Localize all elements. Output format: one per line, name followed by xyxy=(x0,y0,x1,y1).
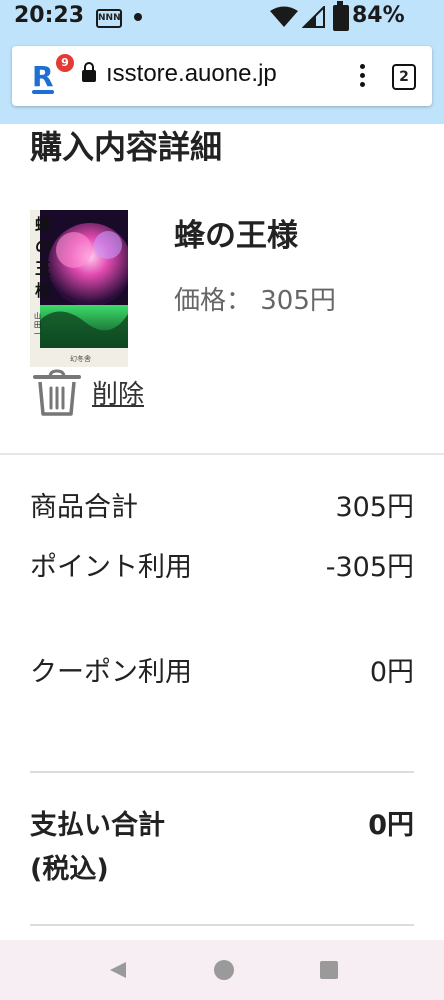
total-value: 0円 xyxy=(368,810,414,841)
summary-divider xyxy=(30,771,414,773)
svg-text:王: 王 xyxy=(35,259,51,278)
section-divider xyxy=(0,453,444,455)
nfc-icon: NNN xyxy=(96,9,122,28)
browser-toolbar: R 9 ısstore.auone.jp 2 xyxy=(0,34,444,124)
points-used-label: ポイント利用 xyxy=(30,552,192,583)
points-used-value: -305円 xyxy=(325,552,414,583)
total-label: 支払い合計(税込) xyxy=(30,810,165,885)
trash-icon[interactable] xyxy=(32,368,82,418)
wifi-icon xyxy=(270,6,298,27)
status-time: 20:23 xyxy=(14,3,85,28)
notification-dot-icon xyxy=(134,13,142,21)
svg-text:田: 田 xyxy=(34,321,41,329)
total-divider xyxy=(30,924,414,926)
home-icon[interactable] xyxy=(214,960,234,980)
svg-text:山: 山 xyxy=(34,311,41,320)
battery-percent: 84% xyxy=(352,3,405,28)
address-bar[interactable]: R 9 ısstore.auone.jp 2 xyxy=(12,46,432,106)
item-title[interactable]: 蜂の王様 xyxy=(174,210,298,255)
subtotal-value: 305円 xyxy=(335,492,414,523)
url-text[interactable]: ısstore.auone.jp xyxy=(106,60,277,88)
page-title: 購入内容詳細 xyxy=(30,128,223,166)
svg-text:幻冬舎: 幻冬舎 xyxy=(70,354,91,363)
lock-icon[interactable] xyxy=(82,62,96,82)
system-nav-bar xyxy=(0,940,444,1000)
delete-link[interactable]: 削除 xyxy=(92,374,144,411)
back-icon[interactable] xyxy=(108,960,128,980)
recent-apps-icon[interactable] xyxy=(320,961,338,979)
tab-switcher-button[interactable]: 2 xyxy=(392,64,416,90)
status-bar: 20:23 NNN 84% xyxy=(0,0,444,34)
svg-text:様: 様 xyxy=(35,281,52,300)
notification-badge: 9 xyxy=(56,54,74,72)
book-cover-image[interactable]: 蜂 の 王 様 山 田 一 幻冬舎 xyxy=(30,210,128,367)
svg-text:一: 一 xyxy=(34,330,41,338)
item-price: 価格： 305円 xyxy=(174,286,336,316)
svg-text:蜂: 蜂 xyxy=(35,215,52,234)
more-menu-icon[interactable] xyxy=(360,64,366,91)
coupon-used-value: 0円 xyxy=(369,657,414,688)
battery-icon xyxy=(333,1,349,31)
signal-icon xyxy=(302,6,325,28)
coupon-used-label: クーポン利用 xyxy=(30,657,192,688)
svg-text:の: の xyxy=(35,237,51,256)
subtotal-label: 商品合計 xyxy=(30,492,138,523)
